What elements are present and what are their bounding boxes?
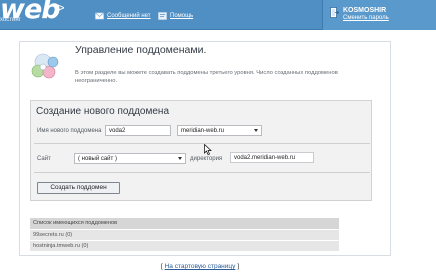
subdomains-icon (31, 53, 59, 79)
chevron-down-icon (254, 129, 258, 132)
domain-select[interactable]: meridian-web.ru (177, 125, 262, 136)
subdomain-name-value: voda2 (109, 128, 126, 134)
divider (34, 143, 370, 144)
page-description: В этом разделе вы можете создавать поддо… (75, 70, 338, 84)
site-label: Сайт (37, 156, 51, 162)
mouse-cursor-icon (204, 144, 212, 155)
domain-select-value: meridian-web.ru (181, 128, 225, 134)
logo-arrow-icon: > (57, 0, 65, 15)
bracket-open: [ (160, 263, 163, 270)
site-select-value: ( новый сайт ) (78, 156, 117, 162)
subdomain-list-header: Список имеющихся поддоменов (30, 218, 339, 229)
site-select[interactable]: ( новый сайт ) (74, 153, 186, 164)
change-password-link[interactable]: Сменить пароль (343, 15, 389, 21)
page-title: Управление поддоменами. (75, 44, 207, 56)
messages-link[interactable]: Сообщений нет (107, 13, 151, 19)
divider (34, 172, 370, 173)
subdomain-name-label: Имя нового поддомена (37, 128, 102, 134)
home-link[interactable]: На стартовую страницу (165, 263, 236, 270)
logo-subtext: хостинг (0, 17, 21, 23)
create-subdomain-button[interactable]: Создать поддомен (37, 182, 120, 194)
envelope-icon (95, 12, 104, 20)
user-name: KOSMOSHIR (343, 7, 387, 14)
list-item[interactable]: hostninja.tmweb.ru (0) (30, 240, 339, 251)
subdomain-name-input[interactable]: voda2 (105, 125, 171, 136)
user-box: KOSMOSHIR Сменить пароль (322, 0, 436, 30)
help-link[interactable]: Помощь (170, 13, 193, 19)
directory-input[interactable]: voda2.meridian-web.ru (230, 152, 314, 163)
list-item[interactable]: 99secrets.ru (0) (30, 229, 339, 240)
home-link-row: [ На стартовую страницу ] (0, 263, 400, 270)
form-title: Создание нового поддомена (36, 106, 170, 117)
help-icon (158, 12, 167, 20)
bracket-close: ] (237, 263, 240, 270)
top-bar: web хостинг > Сообщений нет Помощь KOSMO… (0, 0, 436, 30)
chevron-down-icon (178, 157, 182, 160)
directory-value: voda2.meridian-web.ru (234, 155, 296, 161)
directory-label: директория (190, 156, 223, 162)
logout-icon[interactable] (330, 7, 339, 18)
